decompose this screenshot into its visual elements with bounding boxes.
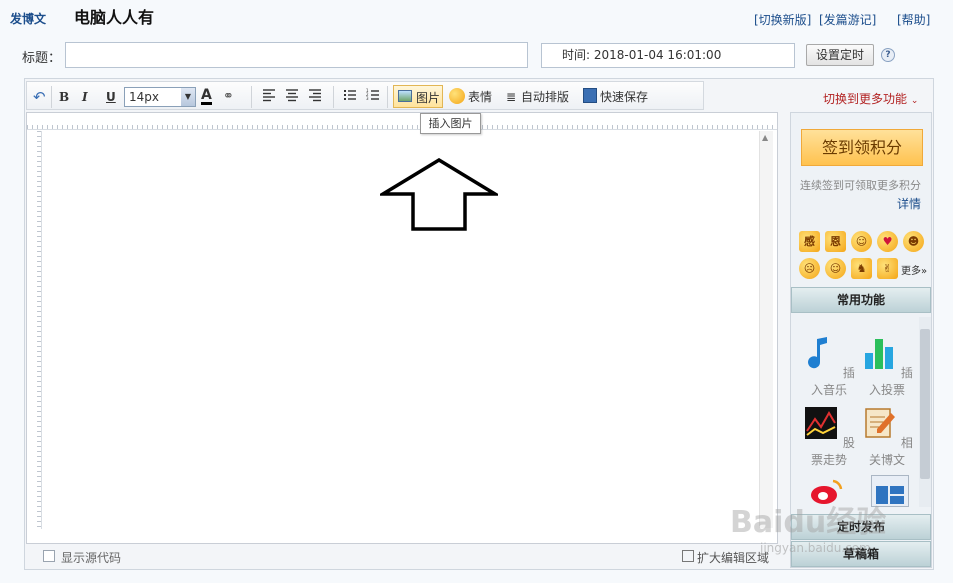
notepad-pencil-icon — [865, 408, 896, 438]
more-features-label: 切换到更多功能 — [823, 92, 908, 106]
emoji-thumbup-icon[interactable]: ✌ — [877, 258, 898, 279]
more-features-link[interactable]: 切换到更多功能 ⌄ — [823, 90, 918, 107]
quicksave-button[interactable]: 快速保存 — [600, 88, 648, 106]
svg-text:3: 3 — [366, 96, 369, 101]
emoji-love-icon[interactable]: ♥ — [877, 231, 898, 252]
align-right-icon[interactable] — [308, 88, 322, 106]
schedule-button[interactable]: 设置定时 — [806, 44, 874, 66]
sidebar-scrollbar[interactable] — [919, 317, 931, 507]
italic-button[interactable]: I — [82, 88, 88, 106]
common-functions-header[interactable]: 常用功能 — [791, 287, 931, 313]
undo-icon[interactable]: ↶ — [33, 88, 46, 106]
signin-desc: 连续签到可领取更多积分 — [800, 179, 921, 192]
insert-image-button[interactable]: 图片 — [393, 85, 443, 108]
emoji-gan-icon[interactable]: 感 — [799, 231, 820, 252]
align-left-icon[interactable] — [262, 88, 276, 106]
compose-tab[interactable]: 发博文 — [10, 10, 46, 27]
scroll-up-icon[interactable]: ▲ — [762, 133, 768, 142]
switch-version-link[interactable]: [切换新版] — [754, 11, 811, 28]
numbered-list-icon[interactable]: 123 — [366, 88, 380, 106]
toolbar: ↶ B I U 14px ▼ A ⚭ 123 图片 表情 ≣ 自动排版 快速保存 — [26, 81, 704, 110]
emoji-more-link[interactable]: 更多» — [901, 262, 927, 277]
bullet-list-icon[interactable] — [343, 88, 357, 106]
signin-button[interactable]: 签到领积分 — [801, 129, 923, 166]
help-link[interactable]: [帮助] — [897, 11, 930, 28]
expand-icon[interactable] — [682, 550, 694, 562]
time-field[interactable]: 时间: 2018-01-04 16:01:00 — [541, 43, 795, 68]
underline-button[interactable]: U — [106, 88, 116, 106]
insert-vote-tool[interactable]: 插入投票 — [857, 335, 917, 398]
insert-music-tool[interactable]: 插入音乐 — [799, 335, 859, 398]
top-bar: 发博文 电脑人人有 [切换新版] [发篇游记] [帮助] — [0, 0, 953, 36]
bar-chart-icon — [865, 339, 894, 369]
font-size-select[interactable]: 14px ▼ — [124, 87, 196, 107]
emoji-en-icon[interactable]: 恩 — [825, 231, 846, 252]
travel-note-link[interactable]: [发篇游记] — [819, 11, 876, 28]
tooltip: 插入图片 — [420, 113, 481, 134]
help-icon[interactable]: ? — [881, 48, 895, 62]
watermark-logo: Baidu经验 — [730, 505, 887, 540]
emoji-grin-icon[interactable]: ☺ — [825, 258, 846, 279]
emoji-thumbdown-icon[interactable]: ♞ — [851, 258, 872, 279]
bold-button[interactable]: B — [59, 88, 69, 106]
time-value: 2018-01-04 16:01:00 — [593, 48, 722, 62]
editor-scrollbar[interactable]: ▲ — [759, 131, 773, 528]
stock-chart-icon — [805, 407, 838, 439]
double-chevron-down-icon: ⌄ — [910, 96, 919, 106]
link-icon[interactable]: ⚭ — [223, 88, 234, 106]
emoji-cute-icon[interactable]: ☻ — [903, 231, 924, 252]
horizontal-ruler — [27, 113, 777, 130]
details-link[interactable]: 详情 — [897, 195, 921, 212]
image-label: 图片 — [416, 91, 441, 105]
vertical-ruler — [27, 131, 42, 529]
save-icon[interactable] — [583, 88, 597, 103]
music-note-icon — [808, 337, 828, 369]
title-label: 标题： — [22, 51, 62, 66]
show-source-checkbox[interactable] — [43, 550, 55, 562]
emoji-button[interactable]: 表情 — [468, 88, 492, 106]
align-center-icon[interactable] — [285, 88, 299, 106]
title-input[interactable] — [65, 42, 528, 68]
stock-trend-tool[interactable]: 股票走势 — [799, 405, 859, 468]
up-arrow-drawing — [380, 158, 498, 231]
font-size-value: 14px — [129, 90, 159, 104]
scrollbar-thumb[interactable] — [920, 329, 930, 479]
font-color-icon[interactable]: A — [201, 88, 212, 105]
image-icon — [398, 90, 412, 102]
watermark-url: jingyan.baidu.com — [760, 541, 871, 555]
autoformat-button[interactable]: 自动排版 — [521, 88, 569, 106]
chevron-down-icon: ▼ — [181, 88, 195, 106]
related-posts-tool[interactable]: 相关博文 — [857, 405, 917, 468]
emoji-icon[interactable] — [449, 88, 465, 104]
show-source-label: 显示源代码 — [61, 551, 122, 565]
emoji-cry-icon[interactable]: ☹ — [799, 258, 820, 279]
time-label: 时间: — [562, 48, 591, 62]
autoformat-icon[interactable]: ≣ — [506, 88, 516, 106]
expand-editor-link[interactable]: 扩大编辑区域 — [697, 549, 769, 566]
emoji-laugh-icon[interactable]: ☺ — [851, 231, 872, 252]
blog-name: 电脑人人有 — [74, 8, 155, 27]
